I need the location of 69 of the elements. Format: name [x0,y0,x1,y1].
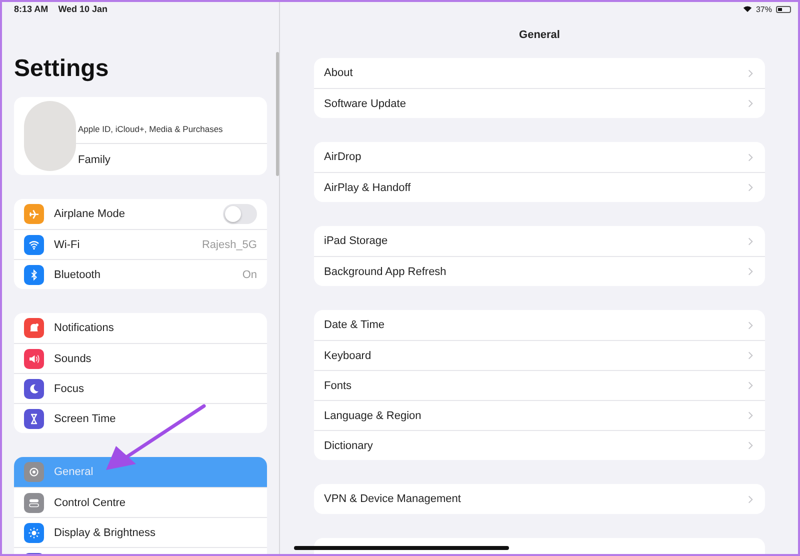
row-label: iPad Storage [324,235,389,247]
battery-icon [776,6,791,12]
avatar-placeholder [24,101,76,171]
chevron-icon [748,351,753,360]
sidebar-item[interactable]: Focus [14,373,267,403]
sidebar-item[interactable]: Wi-Fi Rajesh_5G [14,229,267,259]
item-label: General [54,466,94,478]
row-label: Date & Time [324,319,386,331]
settings-row[interactable]: AirPlay & Handoff [314,172,765,202]
row-label: Background App Refresh [324,266,448,278]
chevron-icon [748,68,753,78]
sidebar-item[interactable]: Airplane Mode [14,199,267,229]
chevron-icon [748,381,753,390]
page-title: General [518,28,561,42]
settings-row[interactable]: VPN & Device Management [314,484,765,514]
row-label: Fonts [324,380,353,392]
item-label: Notifications [54,322,115,334]
chevron-icon [748,441,753,450]
chevron-icon [748,494,753,504]
settings-row[interactable]: Keyboard [314,340,765,370]
row-label: About [324,67,354,79]
row-label: AirDrop [324,151,362,163]
row-label: Keyboard [324,350,372,362]
item-label: Bluetooth [54,268,102,280]
sidebar-item[interactable]: Display & Brightness [14,517,267,547]
settings-row[interactable]: AirDrop [314,142,765,172]
item-label: Sounds [54,352,92,364]
chevron-icon [748,236,753,246]
settings-row[interactable]: Background App Refresh [314,256,765,286]
settings-row[interactable]: About [314,58,765,88]
settings-title: Settings [14,55,110,83]
battery-percent: 37% [756,4,772,14]
item-label: Wi-Fi [54,238,81,250]
item-label: Focus [54,382,85,394]
chevron-icon [748,183,753,192]
item-label: Airplane Mode [54,208,126,220]
item-label: Screen Time [54,412,117,424]
sidebar-item[interactable]: Bluetooth On [14,259,267,289]
settings-row[interactable]: iPad Storage [314,226,765,256]
account-row[interactable]: Apple ID, iCloud+, Media & Purchases [76,97,267,144]
sidebar-item[interactable]: Screen Time [14,403,267,433]
toggle-switch[interactable] [223,204,257,224]
row-label: Software Update [324,98,407,110]
settings-row[interactable]: Dictionary [314,430,765,460]
chevron-icon [748,320,753,330]
wifi-icon [742,5,752,13]
family-row[interactable]: Family [76,144,267,175]
row-label: Language & Region [324,410,422,422]
sidebar-item[interactable]: Control Centre [14,487,267,517]
item-label: Display & Brightness [54,526,156,538]
sidebar-item[interactable]: Sounds [14,343,267,373]
sidebar-item[interactable]: Notifications [14,313,267,343]
chevron-icon [748,267,753,276]
settings-row[interactable]: Software Update [314,88,765,118]
settings-row[interactable]: Fonts [314,370,765,400]
chevron-icon [748,99,753,108]
status-date: Wed 10 Jan [58,4,108,14]
settings-row[interactable]: Language & Region [314,400,765,430]
chevron-icon [748,411,753,420]
item-value: On [242,268,257,280]
row-label: Dictionary [324,440,374,452]
settings-row[interactable]: Date & Time [314,310,765,340]
account-subtitle: Apple ID, iCloud+, Media & Purchases [78,124,223,134]
row-label: VPN & Device Management [324,493,462,505]
row-label: AirPlay & Handoff [324,182,412,194]
chevron-icon [748,152,753,162]
status-time: 8:13 AM [14,4,48,14]
item-value: Rajesh_5G [202,238,257,250]
item-label: Control Centre [54,496,127,508]
